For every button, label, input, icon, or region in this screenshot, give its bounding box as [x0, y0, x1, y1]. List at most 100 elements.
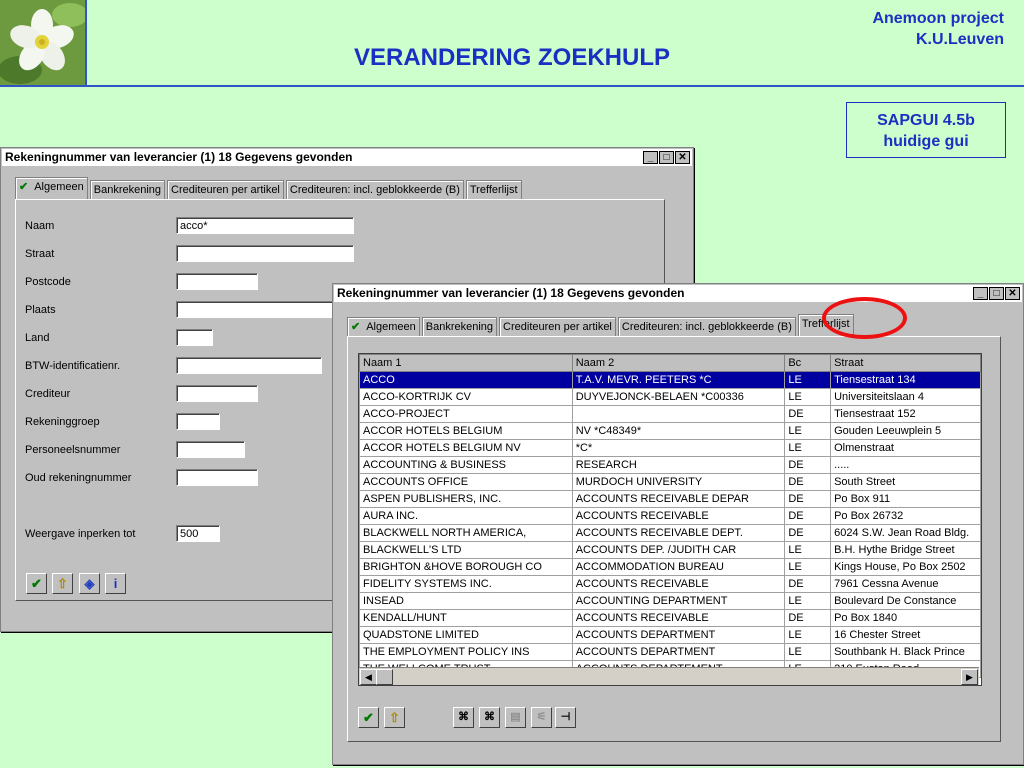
check-icon[interactable]: ✔ — [358, 707, 379, 728]
cell-straat: Po Box 1840 — [830, 609, 981, 627]
maximize-icon[interactable]: □ — [989, 287, 1004, 300]
straat-input[interactable] — [176, 245, 354, 262]
max-hits-input[interactable]: 500 — [176, 525, 220, 542]
tab-crediteuren-geblokkeerd[interactable]: Crediteuren: incl. geblokkeerde (B) — [285, 180, 464, 200]
highlight-circle — [822, 297, 907, 339]
table-body: ACCO T.A.V. MEVR. PEETERS *C LE Tiensestra… — [359, 371, 981, 678]
sapgui-version-box: SAPGUI 4.5b huidige gui — [846, 102, 1006, 158]
tab-label: Algemeen — [34, 181, 84, 193]
cell-bc: LE — [784, 643, 832, 661]
info-icon[interactable]: i — [105, 573, 126, 594]
cell-naam2: ACCOUNTS RECEIVABLE — [571, 575, 786, 593]
column-header-naam1[interactable]: Naam 1 — [359, 354, 573, 372]
upload-icon[interactable]: ⇧ — [52, 573, 73, 594]
table-row[interactable]: BLACKWELL NORTH AMERICA, ACCOUNTS RECEIVA… — [359, 524, 981, 542]
tab-crediteuren-per-artikel[interactable]: Crediteuren per artikel — [499, 317, 616, 337]
cell-naam2 — [571, 405, 786, 423]
sort-icon[interactable]: ▤ — [505, 707, 526, 728]
table-row[interactable]: INSEAD ACCOUNTING DEPARTMENT LE Boulevard D… — [359, 592, 981, 610]
cell-naam2: *C* — [571, 439, 786, 457]
anemone-flower-image — [0, 0, 85, 85]
check-icon[interactable]: ✔ — [26, 573, 47, 594]
crediteur-input[interactable] — [176, 385, 258, 402]
cell-straat: Gouden Leeuwplein 5 — [830, 422, 981, 440]
label-btw: BTW-identificatienr. — [25, 360, 121, 372]
cell-naam1: ACCOR HOTELS BELGIUM — [359, 422, 573, 440]
hit-list-table: Naam 1 Naam 2 Bc Straat ACCO T.A.V. MEVR… — [358, 353, 982, 686]
table-row[interactable]: FIDELITY SYSTEMS INC. ACCOUNTS RECEIVABLE… — [359, 575, 981, 593]
minimize-icon[interactable]: _ — [643, 151, 658, 164]
table-row[interactable]: ACCO-KORTRIJK CV DUYVEJONCK-BELAEN *C0033… — [359, 388, 981, 406]
cell-straat: Po Box 911 — [830, 490, 981, 508]
postcode-input[interactable] — [176, 273, 258, 290]
version-line-1: SAPGUI 4.5b — [877, 112, 975, 129]
label-weergave-inperken: Weergave inperken tot — [25, 528, 136, 540]
scroll-right-icon[interactable]: ▶ — [961, 669, 978, 685]
horizontal-scrollbar[interactable]: ◀ ▶ — [359, 667, 979, 685]
scrollbar-thumb[interactable] — [376, 669, 393, 685]
tab-label: Algemeen — [366, 321, 416, 333]
cell-naam2: ACCOUNTS RECEIVABLE — [571, 609, 786, 627]
label-land: Land — [25, 332, 50, 344]
tab-trefferlijst[interactable]: Trefferlijst — [465, 180, 522, 200]
table-row[interactable]: ACCOR HOTELS BELGIUM NV *C* LE Olmenstraat — [359, 439, 981, 457]
label-crediteur: Crediteur — [25, 388, 71, 400]
tab-algemeen[interactable]: ✔ Algemeen — [15, 177, 88, 200]
table-header-row: Naam 1 Naam 2 Bc Straat — [359, 354, 981, 372]
column-header-naam2[interactable]: Naam 2 — [571, 354, 786, 372]
table-row[interactable]: ACCOR HOTELS BELGIUM NV *C48349* LE Gouden … — [359, 422, 981, 440]
naam-input[interactable]: acco* — [176, 217, 354, 234]
cell-naam1: ASPEN PUBLISHERS, INC. — [359, 490, 573, 508]
cell-straat: 16 Chester Street — [830, 626, 981, 644]
header-divider-vertical — [85, 0, 87, 86]
rekeninggroep-input[interactable] — [176, 413, 220, 430]
binoculars-icon[interactable]: ⌘ — [453, 707, 474, 728]
personeelsnummer-input[interactable] — [176, 441, 245, 458]
table-row[interactable]: KENDALL/HUNT ACCOUNTS RECEIVABLE DE Po Box … — [359, 609, 981, 627]
table-row[interactable]: ACCO T.A.V. MEVR. PEETERS *C LE Tiensestra… — [359, 371, 981, 389]
window-title: Rekeningnummer van leverancier (1) 18 Ge… — [337, 286, 685, 300]
cell-straat: Southbank H. Black Prince — [830, 643, 981, 661]
multiple-selection-icon[interactable]: ◈ — [79, 573, 100, 594]
table-row[interactable]: AURA INC. ACCOUNTS RECEIVABLE DE Po Box 267… — [359, 507, 981, 525]
table-row[interactable]: ACCOUNTING & BUSINESS RESEARCH DE..... — [359, 456, 981, 474]
tab-bankrekening[interactable]: Bankrekening — [421, 317, 498, 337]
cell-naam1: KENDALL/HUNT — [359, 609, 573, 627]
table-row[interactable]: THE EMPLOYMENT POLICY INS ACCOUNTS DEPART… — [359, 643, 981, 661]
table-row[interactable]: ACCO-PROJECT DE Tiensestraat 152 — [359, 405, 981, 423]
window-title: Rekeningnummer van leverancier (1) 18 Ge… — [5, 150, 353, 164]
btw-input[interactable] — [176, 357, 322, 374]
filter-icon[interactable]: ⚟ — [531, 707, 552, 728]
column-header-bc[interactable]: Bc — [784, 354, 832, 372]
column-header-straat[interactable]: Straat — [830, 354, 981, 372]
cell-bc: DE — [784, 609, 832, 627]
close-icon[interactable]: ✕ — [675, 151, 690, 164]
cell-bc: LE — [784, 422, 832, 440]
tab-bankrekening[interactable]: Bankrekening — [89, 180, 166, 200]
tab-crediteuren-geblokkeerd[interactable]: Crediteuren: incl. geblokkeerde (B) — [617, 317, 796, 337]
version-line-2: huidige gui — [883, 133, 969, 150]
upload-icon[interactable]: ⇧ — [384, 707, 405, 728]
cell-bc: DE — [784, 524, 832, 542]
table-row[interactable]: ASPEN PUBLISHERS, INC. ACCOUNTS RECEIVABL… — [359, 490, 981, 508]
close-icon[interactable]: ✕ — [1005, 287, 1020, 300]
maximize-icon[interactable]: □ — [659, 151, 674, 164]
cell-straat: Boulevard De Constance — [830, 592, 981, 610]
minimize-icon[interactable]: _ — [973, 287, 988, 300]
plaats-input[interactable] — [176, 301, 354, 318]
table-row[interactable]: BRIGHTON &HOVE BOROUGH CO ACCOMMODATION B… — [359, 558, 981, 576]
cell-straat: Olmenstraat — [830, 439, 981, 457]
scroll-left-icon[interactable]: ◀ — [360, 669, 377, 685]
table-row[interactable]: QUADSTONE LIMITED ACCOUNTS DEPARTMENT LE 16… — [359, 626, 981, 644]
land-input[interactable] — [176, 329, 213, 346]
table-row[interactable]: ACCOUNTS OFFICE MURDOCH UNIVERSITY DE South… — [359, 473, 981, 491]
tab-crediteuren-per-artikel[interactable]: Crediteuren per artikel — [167, 180, 284, 200]
pin-icon[interactable]: ⊣ — [555, 707, 576, 728]
cell-naam2: MURDOCH UNIVERSITY — [571, 473, 786, 491]
find-next-icon[interactable]: ⌘ — [479, 707, 500, 728]
oud-rekeningnummer-input[interactable] — [176, 469, 258, 486]
window-titlebar: Rekeningnummer van leverancier (1) 18 Ge… — [2, 149, 692, 166]
tab-algemeen[interactable]: ✔ Algemeen — [347, 317, 420, 337]
table-row[interactable]: BLACKWELL'S LTD ACCOUNTS DEP. /JUDITH CAR… — [359, 541, 981, 559]
cell-bc: DE — [784, 490, 832, 508]
